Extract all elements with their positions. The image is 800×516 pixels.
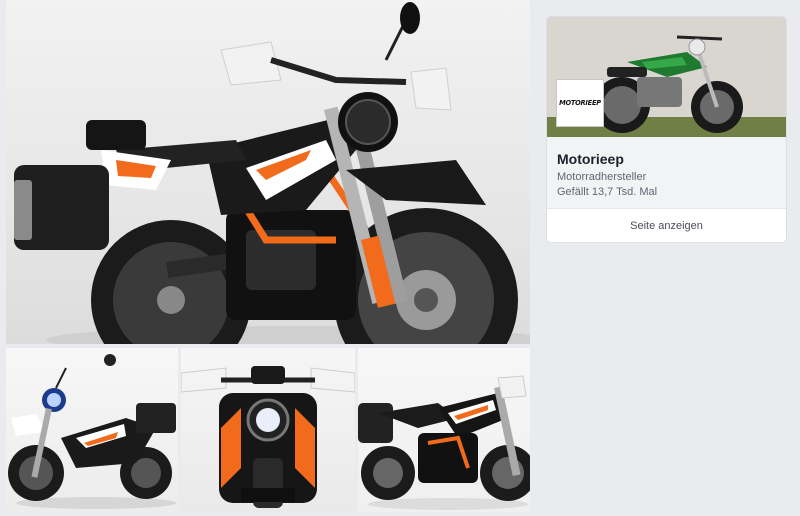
page-category: Motorradhersteller <box>557 171 647 183</box>
logo-text: MOTORIEEP <box>559 99 601 107</box>
photo-thumbnail[interactable] <box>181 348 355 512</box>
page-logo[interactable]: MOTORIEEP <box>557 80 603 126</box>
motorcycle-image <box>8 354 176 509</box>
page-plugin-card: MOTORIEEP Motorieep Motorradhersteller G… <box>547 17 786 242</box>
photo-gallery <box>0 0 532 516</box>
view-page-button[interactable]: Seite anzeigen <box>547 208 786 242</box>
motorcycle-image <box>14 2 530 344</box>
photo-main[interactable] <box>6 0 530 344</box>
photo-thumbnail[interactable] <box>358 348 530 512</box>
page-info: Motorieep Motorradhersteller Gefällt 13,… <box>547 137 786 208</box>
page-likes-count: Gefällt 13,7 Tsd. Mal <box>557 186 658 198</box>
photo-thumbnail[interactable] <box>6 348 178 512</box>
page-name[interactable]: Motorieep <box>557 151 624 167</box>
motorcycle-image <box>181 366 355 508</box>
cover-photo[interactable]: MOTORIEEP <box>547 17 786 137</box>
motorcycle-image <box>358 375 530 510</box>
